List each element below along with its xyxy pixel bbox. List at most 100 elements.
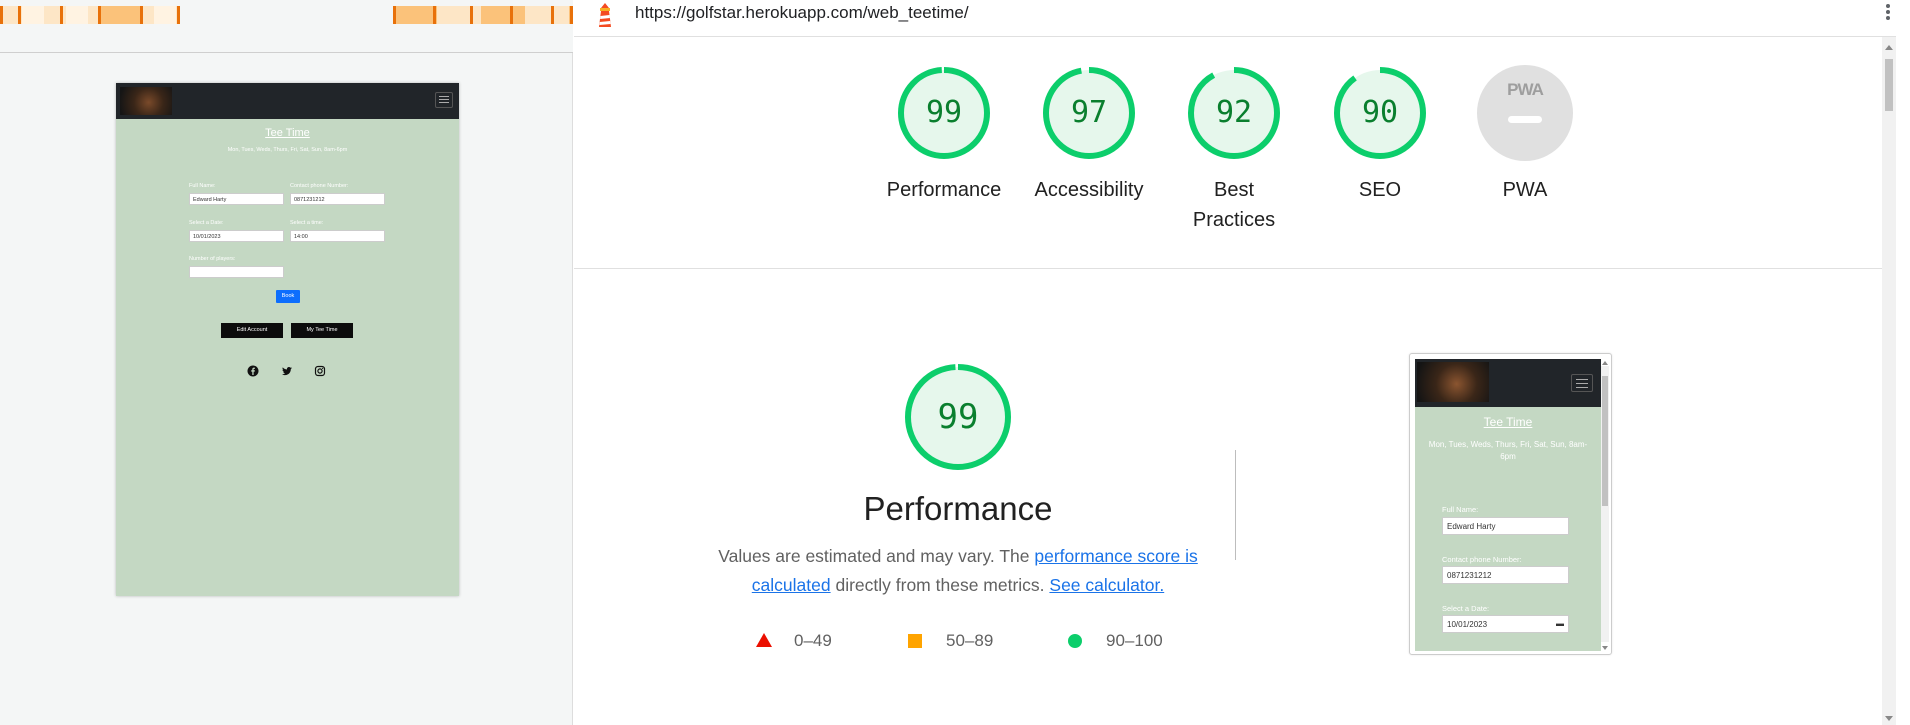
performance-section: 99 Performance Values are estimated and … [574,270,1896,725]
desc-text-2: directly from these metrics. [830,575,1050,595]
screenshot-navbar [1415,359,1601,407]
pwa-dash [1508,116,1542,123]
filmstrip-tick [551,6,554,24]
see-calculator-link[interactable]: See calculator. [1049,575,1164,595]
filmstrip-segment [98,6,140,24]
scroll-up-arrow-icon[interactable] [1885,45,1893,50]
filmstrip-tick [433,6,436,24]
phone-label: Contact phone Number: [1442,555,1522,564]
site-logo [120,87,172,115]
full-name-input: Edward Harty [189,193,284,205]
site-logo [1417,362,1489,402]
gauge-ring: 90 [1332,65,1428,161]
filmstrip-segment [393,6,573,24]
gauge-best-practices[interactable]: 92 Best Practices [1174,65,1294,235]
hamburger-menu-icon [435,92,453,108]
time-input: 14:00 [290,230,385,242]
green-circle-icon [1068,634,1082,648]
date-input: 10/01/2023 ▬ [1442,615,1569,633]
filmstrip-segment [0,6,180,24]
gauge-seo[interactable]: 90 SEO [1320,65,1440,205]
scroll-down-arrow-icon[interactable] [1885,716,1893,721]
gauge-accessibility[interactable]: 97 Accessibility [1029,65,1149,205]
filmstrip-tick [570,6,573,24]
filmstrip [0,0,573,53]
date-label: Select a Date: [1442,604,1490,613]
facebook-icon [247,365,259,377]
phone-input: 0871231212 [290,193,385,205]
gauge-score: 99 [925,95,963,130]
screenshot-opening-hours: Mon, Tues, Weds, Thurs, Fri, Sat, Sun, 8… [1428,440,1588,461]
phone-label: Contact phone Number: [290,183,349,189]
gauge-performance[interactable]: 99 Performance [884,65,1004,205]
phone-input: 0871231212 [1442,566,1569,584]
gauge-ring: 92 [1186,65,1282,161]
filmstrip-tick [177,6,180,24]
edit-account-button: Edit Account [221,323,283,338]
screenshot-page: Tee Time Mon, Tues, Weds, Thurs, Fri, Sa… [1415,359,1601,651]
page-scrollbar-thumb[interactable] [1885,59,1893,111]
gauge-ring: 99 [896,65,992,161]
report-url[interactable]: https://golfstar.herokuapp.com/web_teeti… [635,3,969,23]
full-name-label: Full Name: [189,183,216,189]
desc-text-1: Values are estimated and may vary. The [718,546,1035,566]
pwa-badge-icon: PWA [1477,65,1573,161]
full-name-input: Edward Harty [1442,517,1569,535]
players-input [189,266,284,278]
gauge-label: PWA [1502,179,1548,201]
hamburger-menu-icon [1571,374,1593,392]
gauge-score: 90 [1361,95,1399,130]
performance-big-gauge: 99 [903,362,1013,472]
section-divider [1235,450,1236,560]
date-value: 10/01/2023 [1447,620,1488,629]
page-scrollbar[interactable] [1882,37,1896,725]
left-preview-pane: Tee Time Mon, Tues, Weds, Thurs, Fri, Sa… [0,0,573,725]
filmstrip-tick [393,6,396,24]
page-preview[interactable]: Tee Time Mon, Tues, Weds, Thurs, Fri, Sa… [116,83,459,596]
report-topbar: https://golfstar.herokuapp.com/web_teeti… [574,0,1896,37]
time-label: Select a time: [290,220,324,226]
screenshot-scrollbar-thumb[interactable] [1602,376,1608,506]
filmstrip-tick [18,6,21,24]
date-label: Select a Date: [189,220,224,226]
instagram-icon [314,365,326,377]
legend-range: 50–89 [946,631,994,650]
orange-square-icon [908,634,922,648]
preview-navbar [116,83,459,119]
gauge-score: 92 [1215,95,1253,130]
scroll-down-arrow-icon[interactable] [1602,646,1608,650]
twitter-icon [281,365,293,377]
category-gauges: 99 Performance 97 Accessibility 92 Best … [574,37,1896,269]
date-input: 10/01/2023 [189,230,284,242]
scroll-up-arrow-icon[interactable] [1602,361,1608,365]
gauge-pwa[interactable]: PWA PWA [1465,65,1585,205]
red-triangle-icon [756,633,772,647]
preview-opening-hours: Mon, Tues, Weds, Thurs, Fri, Sat, Sun, 8… [227,147,348,153]
performance-description: Values are estimated and may vary. The p… [704,542,1212,600]
gauge-ring: 97 [1041,65,1137,161]
filmstrip-tick [98,6,101,24]
calendar-icon: ▬ [1556,619,1564,628]
legend-range: 0–49 [794,631,832,650]
preview-page-title: Tee Time [265,127,310,139]
performance-title: Performance [863,490,1053,527]
my-tee-time-button: My Tee Time [291,323,353,338]
legend-range: 90–100 [1106,631,1163,650]
more-options-icon[interactable] [1884,2,1892,22]
pwa-badge-text: PWA [1507,80,1544,99]
lighthouse-logo-icon [594,2,616,28]
gauge-label: Best Practices [1192,179,1276,231]
final-screenshot[interactable]: Tee Time Mon, Tues, Weds, Thurs, Fri, Sa… [1409,353,1612,655]
lighthouse-report-window: Tee Time Mon, Tues, Weds, Thurs, Fri, Sa… [0,0,1910,725]
filmstrip-tick [510,6,513,24]
filmstrip-tick [60,6,63,24]
gauge-label: Accessibility [1034,179,1144,201]
lighthouse-report: https://golfstar.herokuapp.com/web_teeti… [574,0,1896,725]
gauge-label: SEO [1358,179,1402,201]
filmstrip-tick [0,6,3,24]
filmstrip-tick [470,6,473,24]
players-label: Number of players: [189,256,236,262]
gauge-label: Performance [886,179,1002,201]
filmstrip-tick [140,6,143,24]
gauge-score: 97 [1070,95,1108,130]
